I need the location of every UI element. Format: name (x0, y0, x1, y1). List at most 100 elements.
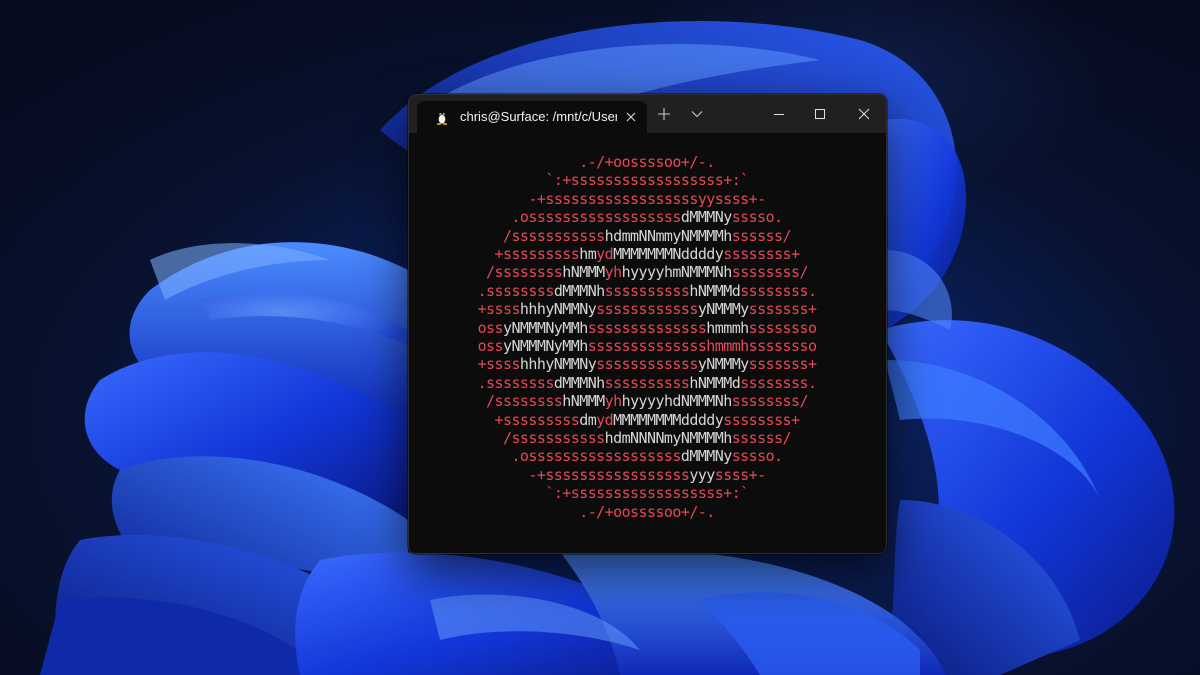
ascii-segment-red: /sssssssssss (502, 226, 605, 245)
tab-linux[interactable]: chris@Surface: /mnt/c/Users/c (417, 101, 647, 133)
terminal-output[interactable]: .-/+oossssoo+/-. `:+ssssssssssssssssss+:`… (409, 133, 886, 553)
ascii-line: .ossssssssssssssssssdMMMNysssso. (417, 447, 877, 465)
ascii-segment-white: hhhyNMMNy (519, 355, 597, 374)
ascii-segment-red: yd (596, 410, 614, 429)
ascii-segment-red: `:+ssssssssssssssssss+:` (545, 484, 749, 503)
ascii-segment-white: hNMMMd (689, 373, 741, 392)
ascii-segment-red: +sssssssss (494, 410, 580, 429)
ascii-line: ossyNMMMNyMMhsssssssssssssshmmmhssssssso (417, 319, 877, 337)
ascii-segment-red: oss (477, 318, 504, 337)
close-icon (858, 108, 870, 120)
tab-title: chris@Surface: /mnt/c/Users/c (460, 109, 617, 124)
ascii-line: /ssssssssssshdmmNNmmyNMMMMhssssss/ (417, 227, 877, 245)
ascii-segment-red: ssssssssssssss (587, 318, 707, 337)
ascii-segment-red: .ossssssssssssssssss (511, 447, 681, 466)
ascii-segment-white: yNMMMNyMMh (502, 337, 588, 355)
ascii-segment-red: .ssssssss (477, 373, 555, 392)
ascii-line: .ssssssssdMMMNhsssssssssshNMMMdssssssss. (417, 374, 877, 392)
ascii-line: .ssssssssdMMMNhsssssssssshNMMMdssssssss. (417, 282, 877, 300)
ascii-segment-red: /ssssssss (486, 392, 563, 411)
minimize-button[interactable] (758, 95, 800, 133)
close-button[interactable] (842, 95, 886, 133)
terminal-window: chris@Surface: /mnt/c/Users/c (408, 94, 887, 554)
ascii-segment-red: ssssssso (748, 318, 817, 337)
ascii-segment-white: yNMMMNyMMh (502, 318, 588, 337)
ascii-segment-white: hhhyNMMNy (519, 300, 597, 319)
ascii-line: +sssssssssdmydMMMMMMMMddddyssssssss+ (417, 411, 877, 429)
ascii-line: /sssssssshNMMMyhhyyyyhmNMMMNhssssssss/ (417, 263, 877, 281)
ascii-segment-red: yd (596, 245, 614, 263)
ascii-segment-white: dMMMNy (680, 208, 732, 227)
ascii-segment-red: -+ssssssssssssssssssyyssss+- (528, 189, 766, 208)
ascii-segment-white: hmmmh (706, 318, 749, 337)
ascii-segment-red: ssssssss. (740, 281, 817, 300)
ascii-segment-red: .ssssssss (477, 281, 555, 300)
ascii-segment-red: ssssssssss (604, 373, 690, 392)
ascii-line: `:+ssssssssssssssssss+:` (417, 484, 877, 502)
ascii-segment-white: hyyyyhdNMMMNh (621, 392, 733, 411)
ascii-line: -+ssssssssssssssssssyyssss+- (417, 190, 877, 208)
ascii-segment-red: oss (477, 337, 504, 355)
ascii-segment-red: ssssss/ (731, 429, 792, 447)
ascii-segment-red: ssssss/ (731, 226, 792, 245)
ascii-segment-red: +sssssssss (494, 245, 580, 263)
ascii-segment-white: hdmNNNNmyNMMMMh (604, 429, 733, 447)
ascii-segment-red: -+sssssssssssssssss (528, 465, 690, 484)
ascii-segment-red: sssssss+ (748, 300, 817, 319)
ascii-segment-red: ssssssss+ (723, 245, 800, 263)
ascii-line: .-/+oossssoo+/-. (417, 503, 877, 521)
ascii-segment-red: sssso. (731, 447, 783, 466)
maximize-button[interactable] (799, 95, 841, 133)
ascii-line: -+sssssssssssssssssyyyssss+- (417, 466, 877, 484)
ascii-line: ossyNMMMNyMMhsssssssssssssshmmmhssssssso (417, 337, 877, 355)
ascii-segment-white: dm (579, 410, 597, 429)
ascii-segment-red: +ssss (477, 355, 521, 374)
title-bar[interactable]: chris@Surface: /mnt/c/Users/c (409, 95, 886, 133)
ascii-segment-red: /sssssssssss (502, 429, 605, 447)
ascii-line: +sssshhhyNMMNyssssssssssssyNMMMysssssss+ (417, 355, 877, 373)
ascii-segment-red: /ssssssss (486, 263, 563, 282)
ascii-line: /sssssssshNMMMyhhyyyyhdNMMMNhssssssss/ (417, 392, 877, 410)
ascii-segment-white: dMMMNy (680, 447, 732, 466)
ascii-segment-red: +ssss (477, 300, 521, 319)
minimize-icon (774, 114, 784, 115)
ascii-segment-red: ssss+- (714, 465, 766, 484)
ascii-segment-red: yh (604, 263, 623, 282)
ascii-segment-white: yNMMMy (697, 355, 749, 374)
ascii-segment-white: hNMMM (562, 392, 605, 411)
ascii-segment-red: sssssssssssssshmmmhssssssso (587, 337, 817, 355)
ascii-segment-red: .ossssssssssssssssss (511, 208, 681, 227)
ascii-segment-red: sssssss+ (748, 355, 817, 374)
ascii-segment-red: yh (604, 392, 623, 411)
ascii-segment-white: dMMMNh (553, 373, 605, 392)
ascii-segment-white: hNMMMd (689, 281, 741, 300)
ascii-segment-red: .-/+oossssoo+/-. (579, 502, 715, 521)
tab-close-icon[interactable] (623, 109, 639, 125)
ascii-segment-red: ssssssss/ (731, 392, 809, 411)
ascii-segment-red: ssssssss/ (731, 263, 809, 282)
ascii-segment-red: ssssssssss (604, 281, 690, 300)
ascii-segment-red: ssssssssssss (596, 355, 698, 374)
linux-penguin-icon (436, 111, 448, 125)
plus-icon (658, 108, 670, 120)
ascii-line: /ssssssssssshdmNNNNmyNMMMMhssssss/ (417, 429, 877, 447)
ascii-segment-red: sssso. (731, 208, 783, 227)
tab-dropdown-button[interactable] (686, 103, 708, 125)
ascii-segment-white: MMMMMMMMddddy (613, 410, 724, 429)
ascii-segment-white: dMMMNh (553, 281, 605, 300)
ascii-segment-red: ssssssss. (740, 373, 817, 392)
ascii-segment-red: `:+ssssssssssssssssss+:` (545, 171, 749, 190)
ascii-line: .ossssssssssssssssssdMMMNysssso. (417, 208, 877, 226)
ascii-line: +ssssssssshmydMMMMMMMNddddyssssssss+ (417, 245, 877, 263)
ascii-line: .-/+oossssoo+/-. (417, 153, 877, 171)
chevron-down-icon (691, 111, 703, 118)
new-tab-button[interactable] (653, 103, 675, 125)
ascii-segment-red: ssssssssssss (596, 300, 698, 319)
ascii-segment-white: yyy (689, 465, 715, 484)
maximize-icon (815, 109, 825, 119)
ascii-line: +sssshhhyNMMNyssssssssssssyNMMMysssssss+ (417, 300, 877, 318)
ascii-segment-white: hyyyyhmNMMMNh (621, 263, 733, 282)
ascii-segment-white: hdmmNNmmyNMMMMh (604, 226, 733, 245)
ascii-segment-white: hNMMM (562, 263, 605, 282)
ascii-segment-red: ssssssss+ (723, 410, 800, 429)
